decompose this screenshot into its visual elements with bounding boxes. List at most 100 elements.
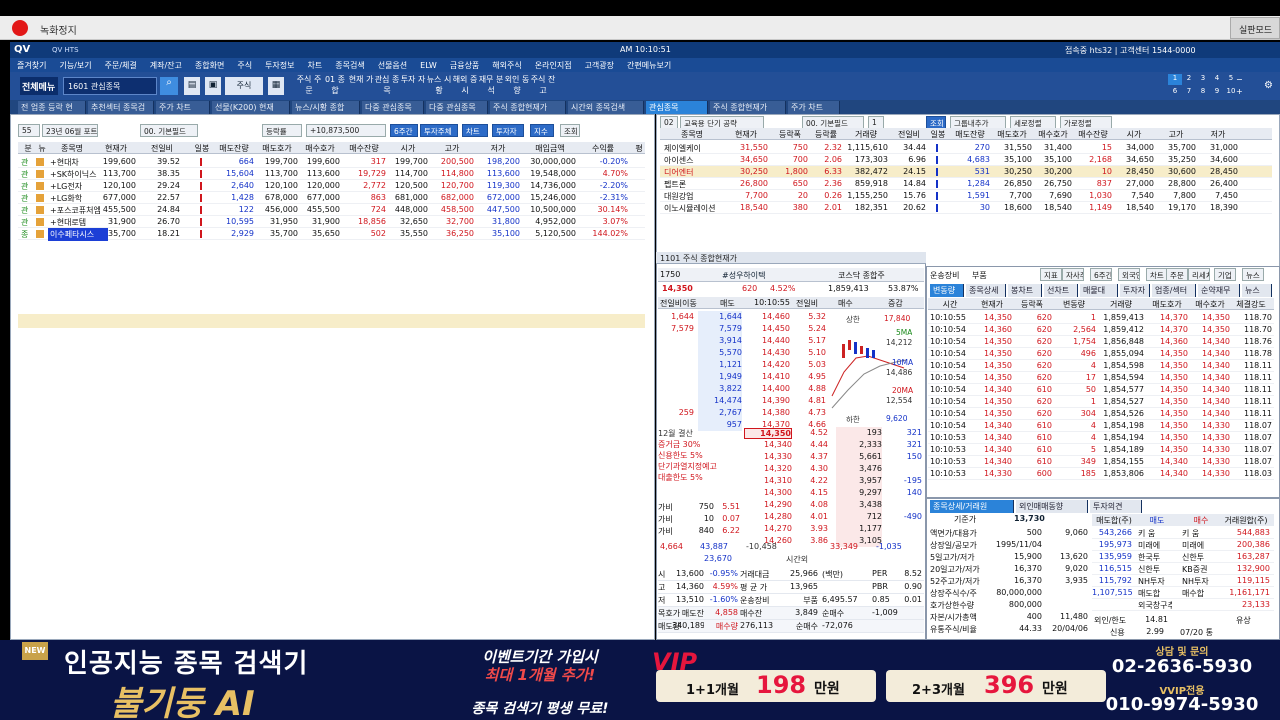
- bid-price[interactable]: 14,270: [744, 524, 792, 533]
- numpad-key[interactable]: 1: [1168, 74, 1182, 85]
- toolbar-item[interactable]: 뉴스 시황: [426, 74, 452, 96]
- ask-qty[interactable]: 1,121: [698, 359, 742, 371]
- numpad-key[interactable]: 9: [1210, 87, 1224, 98]
- ask-row[interactable]: 3,822 14,400 4.88: [658, 383, 830, 395]
- column-header[interactable]: 매수잔량: [1074, 129, 1112, 140]
- bid-qty[interactable]: 3,476: [836, 463, 882, 475]
- column-header[interactable]: 현재가: [724, 129, 768, 140]
- watchlist-tool[interactable]: 투자주체: [420, 124, 458, 137]
- watchlist-tool[interactable]: 6주간: [390, 124, 418, 137]
- column-header[interactable]: 등락폭: [772, 129, 808, 140]
- numpad-key[interactable]: 2: [1182, 74, 1196, 85]
- bid-row[interactable]: 14,270 3.93 1,177: [740, 523, 926, 535]
- column-header[interactable]: 고가: [1156, 129, 1196, 140]
- tick-col[interactable]: 현재가: [972, 299, 1012, 310]
- menu-item[interactable]: 주문/체결: [98, 58, 143, 71]
- info-tab[interactable]: 외인매매동향: [1016, 500, 1088, 513]
- ask-price[interactable]: 14,400: [746, 384, 790, 393]
- broker-row[interactable]: 116,515 신한투 KB증권 132,900: [1092, 563, 1274, 575]
- tick-col[interactable]: 시간: [930, 299, 970, 310]
- tab-9[interactable]: 시간외 종목검색: [568, 101, 644, 114]
- watchlist-tool[interactable]: 조회: [560, 124, 580, 137]
- ask-qty[interactable]: 7,579: [698, 323, 742, 335]
- column-header[interactable]: 매수호가: [1034, 129, 1072, 140]
- tick-tool-button[interactable]: 리세치: [1188, 268, 1210, 281]
- column-header[interactable]: 일봉: [192, 143, 212, 154]
- minus-icon[interactable]: −: [1236, 75, 1250, 85]
- info-tab[interactable]: 종목상세/거래원: [930, 500, 1014, 513]
- tick-col[interactable]: 변동량: [1052, 299, 1096, 310]
- tab-10[interactable]: 관심종목: [646, 101, 708, 114]
- tick-tab[interactable]: 뉴스: [1242, 284, 1272, 297]
- tick-col[interactable]: 거래량: [1098, 299, 1144, 310]
- column-header[interactable]: 전일비: [892, 129, 926, 140]
- bid-row[interactable]: 14,280 4.01 712 -490: [740, 511, 926, 523]
- watchlist-tool[interactable]: 차트: [462, 124, 488, 137]
- numpad-key[interactable]: 6: [1168, 87, 1182, 98]
- bid-qty[interactable]: 193: [836, 427, 882, 439]
- table-row[interactable]: 아이센스 34,650 700 2.06 173,303 6.96 4,683 35,100 3…: [660, 154, 1272, 166]
- column-header[interactable]: 일봉: [928, 129, 948, 140]
- bid-price[interactable]: 14,350: [744, 428, 792, 439]
- tab-3[interactable]: 주가 차트: [156, 101, 210, 114]
- bid-qty[interactable]: 5,661: [836, 451, 882, 463]
- watchlist-tool[interactable]: 등락률: [262, 124, 302, 137]
- all-menu-button[interactable]: 전체메뉴: [20, 77, 58, 95]
- toolbar-item[interactable]: 관심 종목: [374, 74, 400, 96]
- tick-tab[interactable]: 업종/섹터: [1152, 284, 1196, 297]
- column-header[interactable]: 매도호가: [992, 129, 1032, 140]
- calculator-icon[interactable]: ▦: [268, 77, 284, 95]
- menu-item[interactable]: 종합화면: [188, 58, 230, 71]
- stock-name[interactable]: 제이엘케이: [664, 143, 720, 154]
- window-icon[interactable]: ▣: [205, 77, 221, 95]
- column-header[interactable]: 시가: [1114, 129, 1154, 140]
- ask-price[interactable]: 14,430: [746, 348, 790, 357]
- menu-item[interactable]: 간편메뉴보기: [620, 58, 677, 71]
- column-header[interactable]: 평: [634, 143, 644, 154]
- column-header[interactable]: 등락률: [810, 129, 842, 140]
- memo-icon[interactable]: ▤: [184, 77, 200, 95]
- stock-name[interactable]: #성우하이텍: [722, 270, 766, 281]
- table-row[interactable]: 관 +현대차 199,600 39.52 664 199,700 199,600 317 199…: [18, 156, 645, 168]
- plus-icon[interactable]: +: [1236, 87, 1250, 97]
- ask-price[interactable]: 14,440: [746, 336, 790, 345]
- table-row[interactable]: 제이엘케이 31,550 750 2.32 1,115,610 34.44 270 31,55…: [660, 142, 1272, 154]
- numpad-key[interactable]: 3: [1196, 74, 1210, 85]
- column-header[interactable]: 매도호가: [256, 143, 298, 154]
- menu-item[interactable]: 해외주식: [485, 58, 527, 71]
- ask-row[interactable]: 1,949 14,410 4.95: [658, 371, 830, 383]
- tick-tool-button[interactable]: 자사주: [1062, 268, 1084, 281]
- watchlist-tool[interactable]: 23년 06월 포트: [42, 124, 98, 137]
- tab-11[interactable]: 주식 종합현재가: [710, 101, 786, 114]
- column-header[interactable]: 저가: [476, 143, 520, 154]
- menu-item[interactable]: 종목검색: [328, 58, 370, 71]
- tick-col[interactable]: 등락폭: [1012, 299, 1052, 310]
- tab-7[interactable]: 다중 관심종목: [426, 101, 488, 114]
- broker-row[interactable]: 135,959 한국투 신한투 163,287: [1092, 551, 1274, 563]
- table-row[interactable]: 종 이수페타시스 35,700 18.21 2,929 35,700 35,650 502 35…: [18, 228, 645, 241]
- menu-item[interactable]: 금융상품: [443, 58, 485, 71]
- menu-item[interactable]: 차트: [301, 58, 329, 71]
- tab-4[interactable]: 선물(K200) 현재: [212, 101, 290, 114]
- tab-1[interactable]: 전 업종 등락 현: [18, 101, 86, 114]
- tick-tab[interactable]: 매물대: [1080, 284, 1118, 297]
- info-tab[interactable]: 투자의견: [1090, 500, 1142, 513]
- broker-col[interactable]: 매도합(주): [1094, 515, 1134, 526]
- column-header[interactable]: 고가: [430, 143, 474, 154]
- ask-qty[interactable]: 1,644: [698, 311, 742, 323]
- gear-icon[interactable]: ⚙: [1264, 80, 1273, 91]
- ask-qty[interactable]: 14,474: [698, 395, 742, 407]
- table-row[interactable]: 관 +현대로템 31,900 26.70 10,595 31,950 31,900 18,85…: [18, 216, 645, 228]
- stock-name[interactable]: 이노시뮬레이션: [664, 203, 720, 214]
- bid-price[interactable]: 14,300: [744, 488, 792, 497]
- tick-tool-button[interactable]: 지표: [1040, 268, 1062, 281]
- numpad-key[interactable]: 4: [1210, 74, 1224, 85]
- toolbar-item[interactable]: 해외 증시: [452, 74, 478, 96]
- bid-price[interactable]: 14,330: [744, 452, 792, 461]
- menu-item[interactable]: 기능/보기: [52, 58, 97, 71]
- tick-tool-button[interactable]: 6주간: [1090, 268, 1112, 281]
- bid-row[interactable]: 14,310 4.22 3,957 -195: [740, 475, 926, 487]
- ask-price[interactable]: 14,420: [746, 360, 790, 369]
- search-icon[interactable]: ⌕: [160, 77, 178, 95]
- screen-combo[interactable]: 1601 관심종목: [63, 77, 157, 95]
